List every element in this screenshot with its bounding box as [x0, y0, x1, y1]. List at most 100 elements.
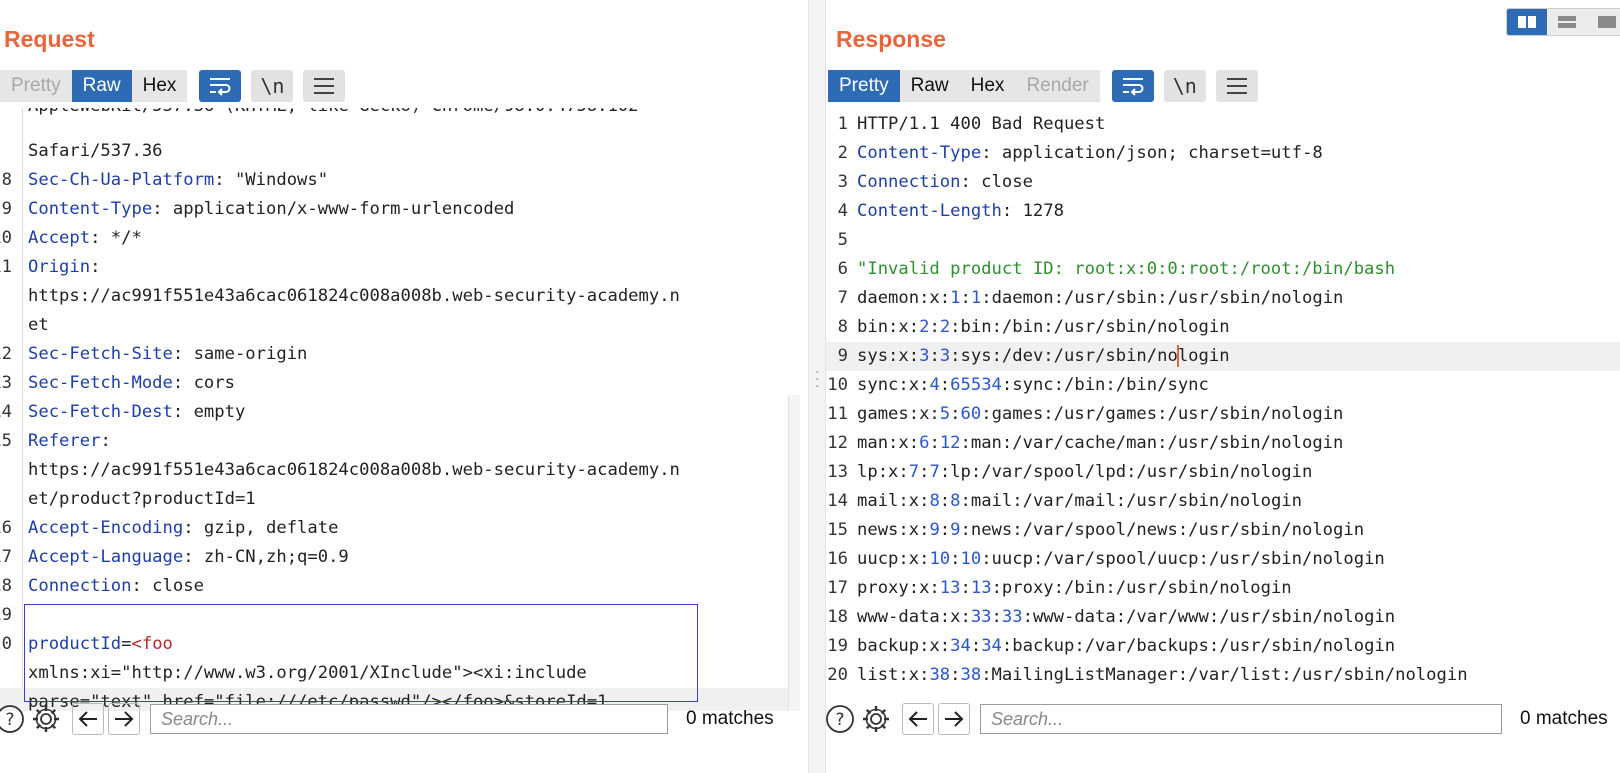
request-tab-hex[interactable]: Hex: [131, 70, 188, 102]
response-help-button[interactable]: ?: [826, 703, 856, 735]
response-line[interactable]: 19 backup:x:34:34:backup:/var/backups:/us…: [826, 632, 1620, 661]
request-line[interactable]: 10 Accept: */*: [0, 224, 800, 253]
code-token: sync:x:: [857, 375, 930, 395]
request-search-input[interactable]: [150, 704, 668, 734]
response-line-code: proxy:x:13:13:proxy:/bin:/usr/sbin/nolog…: [857, 574, 1292, 603]
response-line[interactable]: 12 man:x:6:12:man:/var/cache/man:/usr/sbi…: [826, 429, 1620, 458]
request-line[interactable]: et: [0, 311, 800, 340]
response-line[interactable]: 20 list:x:38:38:MailingListManager:/var/l…: [826, 661, 1620, 690]
request-line[interactable]: 8 Sec-Ch-Ua-Platform: "Windows": [0, 166, 800, 195]
code-token: Connection: [28, 576, 132, 596]
gear-icon: [33, 706, 59, 732]
request-line[interactable]: 19: [0, 601, 800, 630]
request-line-code: Sec-Ch-Ua-Platform: "Windows": [28, 166, 328, 195]
request-line-number: 19: [0, 605, 12, 625]
response-line[interactable]: 2 Content-Type: application/json; charset…: [826, 139, 1620, 168]
response-line[interactable]: 15 news:x:9:9:news:/var/spool/news:/usr/s…: [826, 516, 1620, 545]
request-line[interactable]: 11 Origin:: [0, 253, 800, 282]
response-line[interactable]: 14 mail:x:8:8:mail:/var/mail:/usr/sbin/no…: [826, 487, 1620, 516]
response-line[interactable]: 16 uucp:x:10:10:uucp:/var/spool/uucp:/usr…: [826, 545, 1620, 574]
code-token: 2: [919, 317, 930, 337]
response-line[interactable]: 3 Connection: close: [826, 168, 1620, 197]
request-editor[interactable]: AppleWebKit/537.36 (KHTML, like Gecko) C…: [0, 108, 800, 711]
response-line[interactable]: 4 Content-Length: 1278: [826, 197, 1620, 226]
request-line[interactable]: 12 Sec-Fetch-Site: same-origin: [0, 340, 800, 369]
request-line[interactable]: 13 Sec-Fetch-Mode: cors: [0, 369, 800, 398]
request-prev-match-button[interactable]: [72, 703, 104, 735]
code-token: :: [929, 346, 940, 366]
request-tab-raw[interactable]: Raw: [71, 70, 132, 102]
code-token: "Invalid product ID: root:x:0:0:root:/ro…: [857, 259, 1396, 279]
request-next-match-button[interactable]: [108, 703, 140, 735]
response-line-number: 7: [837, 288, 848, 308]
response-search-input[interactable]: [980, 704, 1502, 734]
layout-split-columns-button[interactable]: [1507, 9, 1547, 35]
response-line[interactable]: 10 sync:x:4:65534:sync:/bin:/bin/sync: [826, 371, 1620, 400]
response-line-code: backup:x:34:34:backup:/var/backups:/usr/…: [857, 632, 1395, 661]
request-line[interactable]: https://ac991f551e43a6cac061824c008a008b…: [0, 456, 800, 485]
code-token: Content-Length: [857, 201, 1002, 221]
response-tab-hex[interactable]: Hex: [959, 70, 1016, 102]
request-menu-button[interactable]: [303, 70, 346, 102]
code-token: :news:/var/spool/news:/usr/sbin/nologin: [960, 520, 1365, 540]
code-token: 38: [929, 665, 951, 685]
response-next-match-button[interactable]: [938, 703, 970, 735]
response-line[interactable]: 1 HTTP/1.1 400 Bad Request: [826, 110, 1620, 139]
request-line-code: Content-Type: application/x-www-form-url…: [28, 195, 514, 224]
code-token: Sec-Fetch-Site: [28, 344, 173, 364]
code-token: Apple: [28, 108, 80, 116]
code-token: :sync:/bin:/bin/sync: [1001, 375, 1209, 395]
response-tab-pretty[interactable]: Pretty: [828, 70, 900, 102]
response-line-code: bin:x:2:2:bin:/bin:/usr/sbin/nologin: [857, 313, 1230, 342]
request-line[interactable]: Safari/537.36: [0, 137, 800, 166]
request-newline-button[interactable]: \n: [251, 70, 294, 102]
response-menu-button[interactable]: [1215, 70, 1258, 102]
code-token: 6: [919, 433, 930, 453]
request-line[interactable]: 20 productId=<foo: [0, 630, 800, 659]
response-line[interactable]: 5: [826, 226, 1620, 255]
response-line[interactable]: 13 lp:x:7:7:lp:/var/spool/lpd:/usr/sbin/n…: [826, 458, 1620, 487]
response-line[interactable]: 6 "Invalid product ID: root:x:0:0:root:/r…: [826, 255, 1620, 284]
code-token: Content-Type: [28, 199, 153, 219]
code-token: : gzip, deflate: [183, 518, 339, 538]
response-settings-button[interactable]: [860, 703, 892, 735]
request-line[interactable]: AppleWebKit/537.36 (KHTML, like Gecko) C…: [0, 108, 800, 137]
response-line[interactable]: 11 games:x:5:60:games:/usr/games:/usr/sbi…: [826, 400, 1620, 429]
request-line-number: 11: [0, 257, 12, 277]
request-scrollbar[interactable]: [788, 395, 800, 711]
response-tab-raw[interactable]: Raw: [899, 70, 960, 102]
request-line[interactable]: 18 Connection: close: [0, 572, 800, 601]
request-settings-button[interactable]: [30, 703, 62, 735]
response-wrap-button[interactable]: [1111, 70, 1154, 102]
request-line[interactable]: xmlns:xi="http://www.w3.org/2001/XInclud…: [0, 659, 800, 688]
response-editor[interactable]: 1 HTTP/1.1 400 Bad Request 2 Content-Type: …: [826, 110, 1620, 713]
response-view-tabs: Pretty Raw Hex Render: [828, 70, 1100, 102]
response-line[interactable]: 9 sys:x:3:3:sys:/dev:/usr/sbin/nologin: [826, 342, 1620, 371]
request-line[interactable]: 16 Accept-Encoding: gzip, deflate: [0, 514, 800, 543]
code-token: :: [950, 665, 961, 685]
code-token: :: [939, 520, 951, 540]
response-newline-button[interactable]: \n: [1163, 70, 1206, 102]
layout-split-rows-button[interactable]: [1547, 9, 1587, 35]
request-line[interactable]: et/product?productId=1: [0, 485, 800, 514]
code-token: 2: [939, 317, 951, 337]
response-toolbar: Pretty Raw Hex Render \n: [828, 70, 1258, 102]
request-line[interactable]: https://ac991f551e43a6cac061824c008a008b…: [0, 282, 800, 311]
response-prev-match-button[interactable]: [902, 703, 934, 735]
request-line[interactable]: 14 Sec-Fetch-Dest: empty: [0, 398, 800, 427]
request-wrap-button[interactable]: [199, 70, 242, 102]
svg-text:?: ?: [835, 710, 844, 730]
request-tab-pretty[interactable]: Pretty: [0, 70, 72, 102]
response-line[interactable]: 8 bin:x:2:2:bin:/bin:/usr/sbin/nologin: [826, 313, 1620, 342]
layout-single-button[interactable]: [1587, 9, 1620, 35]
response-line[interactable]: 17 proxy:x:13:13:proxy:/bin:/usr/sbin/nol…: [826, 574, 1620, 603]
response-line[interactable]: 7 daemon:x:1:1:daemon:/usr/sbin:/usr/sbin…: [826, 284, 1620, 313]
pane-splitter[interactable]: · · ·: [808, 0, 826, 773]
request-line[interactable]: 15 Referer:: [0, 427, 800, 456]
response-tab-render[interactable]: Render: [1015, 70, 1100, 102]
code-token: Origin: [28, 257, 91, 277]
request-line[interactable]: 9 Content-Type: application/x-www-form-ur…: [0, 195, 800, 224]
request-help-button[interactable]: ?: [0, 703, 26, 735]
response-line[interactable]: 18 www-data:x:33:33:www-data:/var/www:/us…: [826, 603, 1620, 632]
request-line[interactable]: 17 Accept-Language: zh-CN,zh;q=0.9: [0, 543, 800, 572]
